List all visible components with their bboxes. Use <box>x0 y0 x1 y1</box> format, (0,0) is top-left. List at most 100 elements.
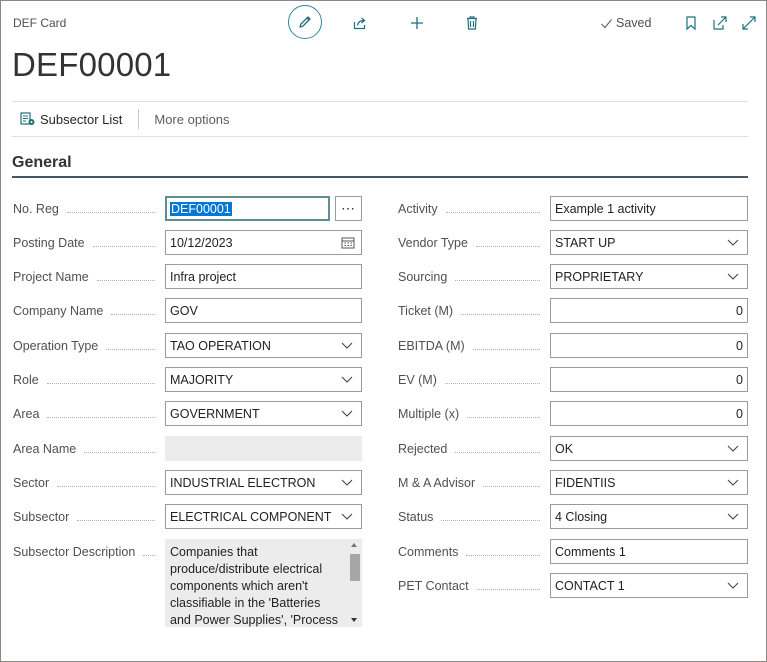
rejected-value: OK <box>555 441 574 456</box>
activity-value: Example 1 activity <box>555 201 656 216</box>
multiple-value: 0 <box>736 406 743 421</box>
scroll-thumb[interactable] <box>350 554 360 581</box>
pet-contact-label: PET Contact <box>398 577 550 595</box>
rejected-label: Rejected <box>398 440 550 458</box>
posting-date-field[interactable]: 10/12/2023 <box>165 230 362 255</box>
comments-label: Comments <box>398 543 550 561</box>
ticket-value: 0 <box>736 303 743 318</box>
open-in-new-icon <box>713 16 727 30</box>
chevron-down-icon <box>337 479 357 486</box>
company-name-value: GOV <box>170 303 198 318</box>
calendar-icon[interactable] <box>338 236 358 249</box>
sector-label: Sector <box>13 474 165 492</box>
saved-label: Saved <box>616 16 652 30</box>
role-label: Role <box>13 371 165 389</box>
chevron-down-icon <box>337 342 357 349</box>
operation-type-select[interactable]: TAO OPERATION <box>165 333 362 358</box>
subsector-label: Subsector <box>13 508 165 526</box>
expand-icon <box>742 16 756 30</box>
multiple-label: Multiple (x) <box>398 405 550 423</box>
bookmark-button[interactable] <box>676 8 706 38</box>
chevron-down-icon <box>723 582 743 589</box>
check-icon <box>601 18 612 28</box>
company-name-label: Company Name <box>13 302 165 320</box>
subsector-value: ELECTRICAL COMPONENT <box>170 509 332 524</box>
plus-icon <box>411 17 423 29</box>
operation-type-value: TAO OPERATION <box>170 338 271 353</box>
chevron-down-icon <box>723 479 743 486</box>
sourcing-value: PROPRIETARY <box>555 269 644 284</box>
edit-icon <box>299 16 311 28</box>
delete-icon <box>467 16 477 30</box>
subsector-select[interactable]: ELECTRICAL COMPONENT <box>165 504 362 529</box>
ticket-label: Ticket (M) <box>398 302 550 320</box>
open-new-window-button[interactable] <box>705 8 735 38</box>
description-scrollbar[interactable] <box>348 539 362 627</box>
vendor-type-label: Vendor Type <box>398 234 550 252</box>
section-underline <box>12 176 748 178</box>
scroll-down-icon[interactable] <box>351 618 357 622</box>
action-bar: Subsector List More options <box>12 104 230 134</box>
edit-button[interactable] <box>288 5 322 39</box>
area-name-label: Area Name <box>13 440 165 458</box>
area-name-field <box>165 436 362 461</box>
new-button[interactable] <box>402 8 432 38</box>
more-options-action[interactable]: More options <box>139 112 229 127</box>
sector-value: INDUSTRIAL ELECTRON <box>170 475 316 490</box>
ma-advisor-label: M & A Advisor <box>398 474 550 492</box>
share-button[interactable] <box>345 8 375 38</box>
expand-button[interactable] <box>734 8 764 38</box>
ma-advisor-value: FIDENTIIS <box>555 475 616 490</box>
vendor-type-select[interactable]: START UP <box>550 230 748 255</box>
area-label: Area <box>13 405 165 423</box>
no-reg-lookup-button[interactable]: ⋯ <box>335 196 362 221</box>
ma-advisor-select[interactable]: FIDENTIIS <box>550 470 748 495</box>
chevron-down-icon <box>723 513 743 520</box>
company-name-field[interactable]: GOV <box>165 298 362 323</box>
multiple-field[interactable]: 0 <box>550 401 748 426</box>
status-label: Status <box>398 508 550 526</box>
ev-label: EV (M) <box>398 371 550 389</box>
pet-contact-select[interactable]: CONTACT 1 <box>550 573 748 598</box>
rejected-select[interactable]: OK <box>550 436 748 461</box>
ebitda-label: EBITDA (M) <box>398 337 550 355</box>
posting-date-label: Posting Date <box>13 234 165 252</box>
sourcing-select[interactable]: PROPRIETARY <box>550 264 748 289</box>
chevron-down-icon <box>723 239 743 246</box>
subsector-list-label: Subsector List <box>40 111 123 127</box>
operation-type-label: Operation Type <box>13 337 165 355</box>
ellipsis-icon: ⋯ <box>341 200 356 216</box>
status-select[interactable]: 4 Closing <box>550 504 748 529</box>
ticket-field[interactable]: 0 <box>550 298 748 323</box>
comments-value: Comments 1 <box>555 544 626 559</box>
posting-date-value: 10/12/2023 <box>170 235 233 250</box>
no-reg-field[interactable]: DEF00001 <box>165 196 330 221</box>
subsector-description-label: Subsector Description <box>13 543 165 561</box>
chevron-down-icon <box>723 445 743 452</box>
project-name-field[interactable]: Infra project <box>165 264 362 289</box>
page-caption: DEF Card <box>13 16 67 30</box>
list-settings-icon <box>20 112 35 125</box>
sector-select[interactable]: INDUSTRIAL ELECTRON <box>165 470 362 495</box>
area-select[interactable]: GOVERNMENT <box>165 401 362 426</box>
share-icon <box>353 17 366 30</box>
page-title: DEF00001 <box>12 46 172 83</box>
bookmark-icon <box>686 16 696 31</box>
ev-field[interactable]: 0 <box>550 367 748 392</box>
activity-field[interactable]: Example 1 activity <box>550 196 748 221</box>
delete-button[interactable] <box>457 8 487 38</box>
subsector-list-action[interactable]: Subsector List <box>12 112 122 127</box>
comments-field[interactable]: Comments 1 <box>550 539 748 564</box>
project-name-value: Infra project <box>170 269 237 284</box>
ebitda-field[interactable]: 0 <box>550 333 748 358</box>
subsector-description-field[interactable]: Companies that produce/distribute electr… <box>165 539 362 627</box>
project-name-label: Project Name <box>13 268 165 286</box>
ev-value: 0 <box>736 372 743 387</box>
vendor-type-value: START UP <box>555 235 616 250</box>
no-reg-label: No. Reg <box>13 200 165 218</box>
role-select[interactable]: MAJORITY <box>165 367 362 392</box>
pet-contact-value: CONTACT 1 <box>555 578 625 593</box>
chevron-down-icon <box>723 273 743 280</box>
scroll-up-icon[interactable] <box>351 543 357 547</box>
status-value: 4 Closing <box>555 509 608 524</box>
